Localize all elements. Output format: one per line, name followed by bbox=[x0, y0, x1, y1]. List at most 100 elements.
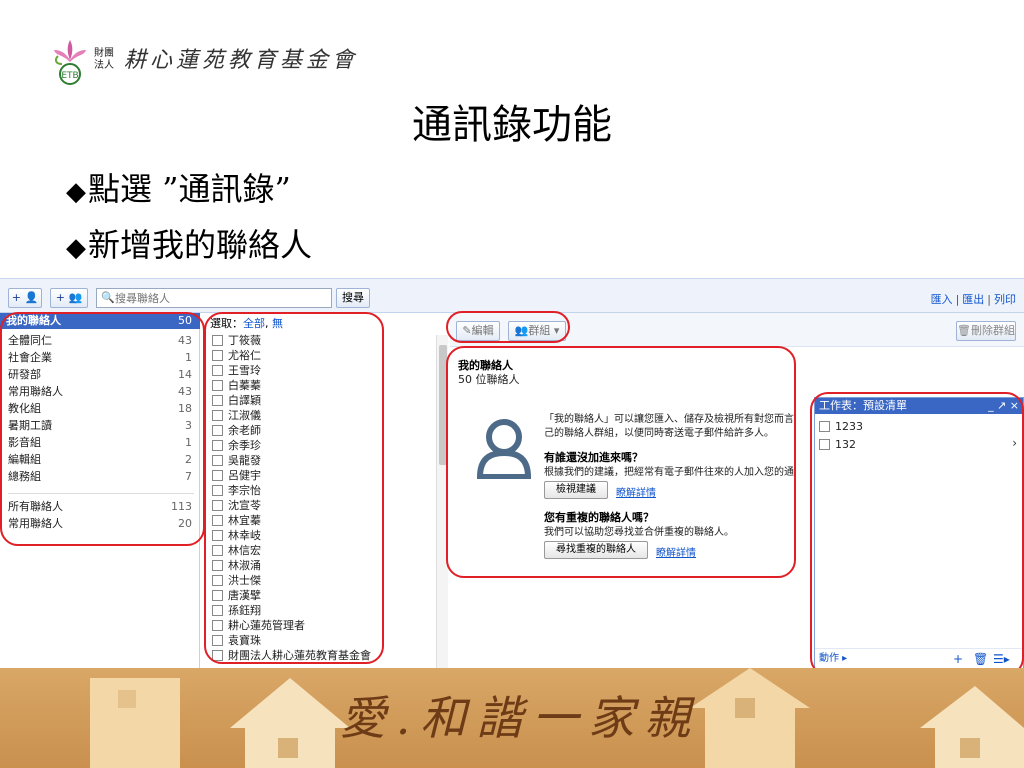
contact-row[interactable]: 余老師 bbox=[212, 424, 432, 439]
contact-row[interactable]: 耕心蓮苑管理者 bbox=[212, 619, 432, 634]
diamond-bullet-icon: ◆ bbox=[66, 233, 86, 263]
search-input[interactable] bbox=[115, 290, 327, 306]
search-button[interactable]: 搜尋 bbox=[336, 288, 370, 308]
export-link[interactable]: 匯出 bbox=[962, 293, 984, 306]
contact-checkbox[interactable] bbox=[212, 590, 223, 601]
contact-row[interactable]: 唐漢擘 bbox=[212, 589, 432, 604]
contact-row[interactable]: 財團法人耕心蓮苑教育基金會 bbox=[212, 649, 432, 664]
diamond-bullet-icon: ◆ bbox=[66, 177, 86, 207]
group-count: 43 bbox=[178, 385, 192, 398]
group-count: 1 bbox=[185, 351, 192, 364]
list-options-icon[interactable]: ☰▸ bbox=[993, 649, 1010, 668]
task-checkbox[interactable] bbox=[819, 439, 830, 450]
contact-name: 王雪玲 bbox=[228, 364, 261, 377]
contact-checkbox[interactable] bbox=[212, 560, 223, 571]
suggestion-text: 根據我們的建議，把經常有電子郵件往來的人加入您的通 bbox=[544, 467, 794, 478]
contact-checkbox[interactable] bbox=[212, 500, 223, 511]
contact-row[interactable]: 林幸岐 bbox=[212, 529, 432, 544]
contact-row[interactable]: 林信宏 bbox=[212, 544, 432, 559]
group-menu-button[interactable]: 👥群組 ▾ bbox=[508, 321, 566, 341]
contact-checkbox[interactable] bbox=[212, 515, 223, 526]
contact-row[interactable]: 林宜蓁 bbox=[212, 514, 432, 529]
contact-checkbox[interactable] bbox=[212, 380, 223, 391]
group-item[interactable]: 總務組 7 bbox=[0, 469, 200, 485]
contact-checkbox[interactable] bbox=[212, 425, 223, 436]
edit-button[interactable]: ✎編輯 bbox=[456, 321, 500, 341]
contact-row[interactable]: 袁寶珠 bbox=[212, 634, 432, 649]
group-item[interactable]: 影音組 1 bbox=[0, 435, 200, 451]
contact-checkbox[interactable] bbox=[212, 395, 223, 406]
contact-checkbox[interactable] bbox=[212, 440, 223, 451]
task-checkbox[interactable] bbox=[819, 421, 830, 432]
print-link[interactable]: 列印 bbox=[994, 293, 1016, 306]
scrollbar-thumb[interactable] bbox=[439, 345, 447, 465]
bullet-item: ◆新增我的聯絡人 bbox=[66, 220, 312, 266]
contact-row[interactable]: 江淑儀 bbox=[212, 409, 432, 424]
learn-more-link[interactable]: 瞭解詳情 bbox=[616, 484, 656, 499]
contact-row[interactable]: 李宗怡 bbox=[212, 484, 432, 499]
find-duplicates-button[interactable]: 尋找重複的聯絡人 bbox=[544, 541, 648, 559]
contact-checkbox[interactable] bbox=[212, 365, 223, 376]
group-label: 總務組 bbox=[8, 470, 41, 483]
contact-row[interactable]: 尤裕仁 bbox=[212, 349, 432, 364]
learn-more-link[interactable]: 瞭解詳情 bbox=[656, 544, 696, 559]
group-item[interactable]: 編輯組 2 bbox=[0, 452, 200, 468]
contact-row[interactable]: 洪士傑 bbox=[212, 574, 432, 589]
group-my-contacts[interactable]: 我的聯絡人 50 bbox=[0, 313, 200, 329]
actions-menu[interactable]: 動作 ▸ bbox=[819, 653, 847, 664]
group-all-contacts[interactable]: 所有聯絡人 113 bbox=[0, 499, 200, 515]
contact-name: 耕心蓮苑管理者 bbox=[228, 619, 305, 632]
contact-checkbox[interactable] bbox=[212, 335, 223, 346]
window-controls[interactable]: _ ↗ × bbox=[988, 398, 1019, 414]
select-none-link[interactable]: 無 bbox=[272, 317, 283, 330]
contact-checkbox[interactable] bbox=[212, 635, 223, 646]
view-suggestions-button[interactable]: 檢視建議 bbox=[544, 481, 608, 499]
contact-name: 林幸岐 bbox=[228, 529, 261, 542]
contact-checkbox[interactable] bbox=[212, 350, 223, 361]
group-item[interactable]: 全體同仁 43 bbox=[0, 333, 200, 349]
group-label: 我的聯絡人 bbox=[6, 314, 61, 327]
delete-group-button[interactable]: 🗑刪除群組 bbox=[956, 321, 1016, 341]
contacts-scrollbar[interactable] bbox=[436, 335, 448, 668]
group-frequent-contacts[interactable]: 常用聯絡人 20 bbox=[0, 516, 200, 532]
group-item[interactable]: 研發部 14 bbox=[0, 367, 200, 383]
group-item[interactable]: 暑期工讀 3 bbox=[0, 418, 200, 434]
contact-checkbox[interactable] bbox=[212, 545, 223, 556]
contact-row[interactable]: 呂健宇 bbox=[212, 469, 432, 484]
select-label: 選取： bbox=[210, 317, 243, 330]
group-item[interactable]: 常用聯絡人 43 bbox=[0, 384, 200, 400]
group-count: 18 bbox=[178, 402, 192, 415]
contact-row[interactable]: 王雪玲 bbox=[212, 364, 432, 379]
contact-checkbox[interactable] bbox=[212, 575, 223, 586]
contact-row[interactable]: 白蓁蓁 bbox=[212, 379, 432, 394]
contact-row[interactable]: 沈宣苓 bbox=[212, 499, 432, 514]
contact-row[interactable]: 丁筱薇 bbox=[212, 334, 432, 349]
contact-checkbox[interactable] bbox=[212, 605, 223, 616]
contact-name: 江淑儀 bbox=[228, 409, 261, 422]
contact-checkbox[interactable] bbox=[212, 410, 223, 421]
task-item[interactable]: 132 bbox=[819, 438, 856, 451]
add-group-button[interactable]: + 👥 bbox=[50, 288, 88, 308]
add-task-icon[interactable]: + bbox=[953, 649, 963, 668]
group-item[interactable]: 社會企業 1 bbox=[0, 350, 200, 366]
contact-checkbox[interactable] bbox=[212, 650, 223, 661]
select-all-link[interactable]: 全部 bbox=[243, 317, 265, 330]
trash-icon[interactable]: 🗑 bbox=[973, 649, 988, 668]
contact-checkbox[interactable] bbox=[212, 485, 223, 496]
contact-row[interactable]: 余季珍 bbox=[212, 439, 432, 454]
contact-row[interactable]: 林淑涌 bbox=[212, 559, 432, 574]
contact-row[interactable]: 白譯穎 bbox=[212, 394, 432, 409]
chevron-right-icon[interactable]: › bbox=[1012, 436, 1017, 450]
group-item[interactable]: 教化組 18 bbox=[0, 401, 200, 417]
contact-row[interactable]: 吳龍發 bbox=[212, 454, 432, 469]
add-contact-button[interactable]: + 👤 bbox=[8, 288, 42, 308]
contact-checkbox[interactable] bbox=[212, 530, 223, 541]
contact-checkbox[interactable] bbox=[212, 470, 223, 481]
task-item[interactable]: 1233 bbox=[819, 420, 863, 433]
import-link[interactable]: 匯入 bbox=[931, 293, 953, 306]
group-count: 3 bbox=[185, 419, 192, 432]
contact-checkbox[interactable] bbox=[212, 455, 223, 466]
contact-checkbox[interactable] bbox=[212, 620, 223, 631]
contact-row[interactable]: 孫鈺翔 bbox=[212, 604, 432, 619]
contacts-list: 選取：全部, 無 丁筱薇 尤裕仁 王雪玲 白蓁蓁 白譯穎 江淑儀 余老師 余季珍… bbox=[206, 313, 434, 668]
